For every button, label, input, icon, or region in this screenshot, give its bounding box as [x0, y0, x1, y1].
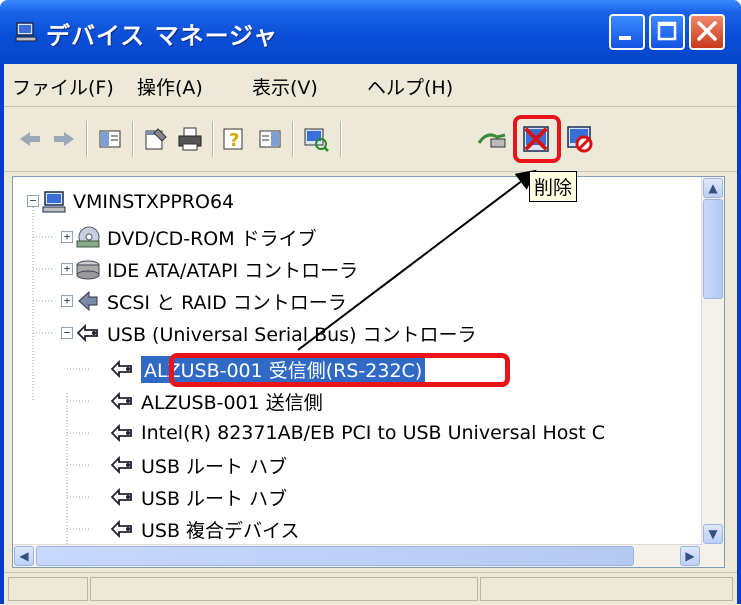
update-driver-icon	[477, 133, 506, 148]
horizontal-scrollbar[interactable]: ◀ ▶	[13, 544, 703, 567]
toolbar-separator	[292, 121, 294, 157]
toolbar-separator	[340, 121, 342, 157]
properties-button[interactable]	[140, 123, 172, 155]
disable-button[interactable]	[564, 123, 596, 155]
status-pane	[480, 577, 733, 601]
help-icon: ?	[223, 128, 243, 151]
window-client-area: ファイル(F) 操作(A) 表示(V) ヘルプ(H) ? − VMINSTXPP…	[4, 64, 737, 605]
tree-category-ide[interactable]: IDE ATA/ATAPI コントローラ	[75, 254, 358, 284]
properties-icon	[145, 128, 167, 150]
update-driver-button[interactable]	[476, 123, 508, 155]
usb-device-label: USB 複合デバイス	[141, 519, 300, 542]
usb-device-icon	[109, 453, 135, 477]
scroll-left-button[interactable]: ◀	[14, 546, 34, 566]
uninstall-highlight-box	[513, 115, 561, 163]
horizontal-scroll-thumb[interactable]	[36, 546, 634, 566]
title-bar[interactable]: デバイス マネージャ	[0, 0, 741, 64]
minimize-icon	[619, 36, 631, 40]
usb-device-item[interactable]: USB ルート ハブ	[109, 450, 287, 480]
computer-icon	[41, 190, 67, 214]
view2-icon	[259, 130, 281, 148]
usb-icon	[75, 321, 101, 345]
tree-category-scsi[interactable]: SCSI と RAID コントローラ	[75, 286, 347, 316]
tree-root[interactable]: VMINSTXPPRO64	[41, 187, 234, 217]
device-manager-window: デバイス マネージャ ファイル(F) 操作(A) 表示(V) ヘルプ(H) ? …	[0, 0, 741, 605]
toolbar: ?	[4, 107, 737, 172]
usb-device-item[interactable]: ALZUSB-001 送信側	[109, 386, 323, 416]
usb-device-icon	[109, 421, 135, 445]
usb-device-icon	[109, 357, 135, 381]
category-label: IDE ATA/ATAPI コントローラ	[107, 259, 359, 282]
vertical-scrollbar[interactable]: ▲ ▼	[701, 177, 724, 567]
show-hide-tree-button[interactable]	[94, 123, 126, 155]
back-icon	[20, 132, 40, 146]
tree-category-usb[interactable]: USB (Universal Serial Bus) コントローラ	[75, 318, 477, 348]
category-expander[interactable]: −	[61, 327, 73, 339]
menu-file[interactable]: ファイル(F)	[12, 73, 114, 100]
uninstall-tooltip: 削除	[529, 171, 578, 202]
close-icon	[697, 21, 717, 41]
usb-device-label: USB ルート ハブ	[141, 455, 288, 478]
maximize-icon	[657, 21, 677, 41]
maximize-button[interactable]	[649, 14, 685, 50]
status-bar	[4, 572, 737, 605]
category-expander[interactable]: +	[61, 263, 73, 275]
status-pane	[8, 577, 88, 601]
usb-device-icon	[109, 485, 135, 509]
toolbar-separator	[86, 121, 88, 157]
help-button[interactable]: ?	[218, 123, 250, 155]
window-title: デバイス マネージャ	[46, 22, 278, 50]
tree-root-label: VMINSTXPPRO64	[73, 191, 235, 213]
menu-bar: ファイル(F) 操作(A) 表示(V) ヘルプ(H)	[4, 64, 737, 107]
forward-button[interactable]	[48, 123, 80, 155]
dvd-icon	[75, 225, 101, 249]
tree-category-dvd[interactable]: DVD/CD-ROM ドライブ	[75, 222, 317, 252]
usb-device-icon	[109, 517, 135, 541]
disable-icon	[567, 126, 593, 153]
view-icon	[99, 130, 121, 148]
print-icon	[178, 127, 202, 151]
view-button[interactable]	[254, 123, 286, 155]
category-expander[interactable]: +	[61, 295, 73, 307]
selected-device-highlight-box	[169, 353, 510, 387]
svg-text:?: ?	[229, 130, 239, 151]
scan-icon	[304, 128, 329, 152]
category-label: DVD/CD-ROM ドライブ	[107, 227, 317, 250]
minimize-button[interactable]	[609, 14, 645, 50]
menu-view[interactable]: 表示(V)	[252, 73, 318, 100]
usb-device-label: USB ルート ハブ	[141, 487, 288, 510]
usb-device-item[interactable]: Intel(R) 82371AB/EB PCI to USB Universal…	[109, 418, 605, 448]
scroll-up-button[interactable]: ▲	[703, 178, 723, 198]
back-button[interactable]	[14, 123, 46, 155]
menu-action[interactable]: 操作(A)	[137, 73, 203, 100]
scsi-icon	[75, 289, 101, 313]
device-tree[interactable]: − VMINSTXPPRO64 + DVD/CD-ROM ドライブ + IDE	[12, 176, 725, 568]
usb-device-label: Intel(R) 82371AB/EB PCI to USB Universal…	[141, 422, 606, 444]
usb-device-icon	[109, 389, 135, 413]
usb-device-item[interactable]: USB ルート ハブ	[109, 482, 287, 512]
menu-help[interactable]: ヘルプ(H)	[367, 73, 453, 100]
scan-hardware-button[interactable]	[300, 123, 332, 155]
computer-icon	[15, 22, 37, 42]
ide-icon	[75, 257, 101, 281]
scroll-right-button[interactable]: ▶	[680, 546, 700, 566]
vertical-scroll-thumb[interactable]	[703, 199, 723, 299]
forward-icon	[54, 132, 74, 146]
usb-device-item[interactable]: USB 複合デバイス	[109, 514, 299, 544]
scroll-down-button[interactable]: ▼	[703, 524, 723, 544]
print-button[interactable]	[174, 123, 206, 155]
status-pane	[90, 577, 478, 601]
root-collapse-toggle[interactable]: −	[27, 195, 39, 207]
toolbar-separator	[212, 121, 214, 157]
category-label: SCSI と RAID コントローラ	[107, 291, 347, 314]
category-label: USB (Universal Serial Bus) コントローラ	[107, 323, 477, 346]
usb-device-label: ALZUSB-001 送信側	[141, 391, 323, 414]
close-button[interactable]	[689, 14, 725, 50]
toolbar-separator	[132, 121, 134, 157]
category-expander[interactable]: +	[61, 231, 73, 243]
